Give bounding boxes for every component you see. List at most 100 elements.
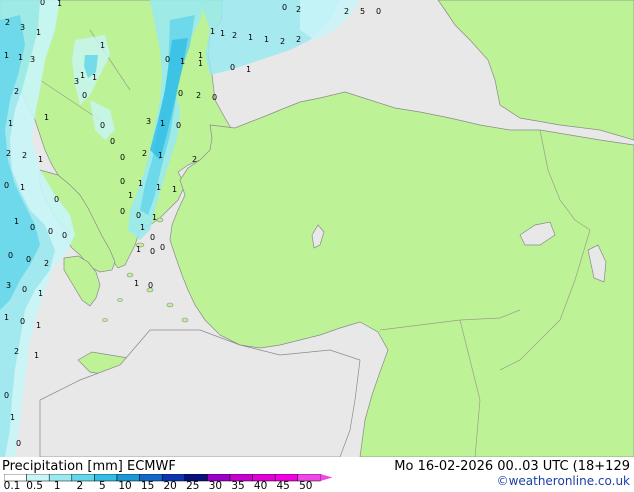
map-title: Precipitation [mm] ECMWF (2, 459, 176, 474)
precip-value-label: 0 (82, 91, 87, 100)
precip-value-label: 0 (120, 177, 125, 186)
footer: Precipitation [mm] ECMWF Mo 16-02-2026 0… (0, 457, 634, 492)
precip-value-label: 1 (8, 119, 13, 128)
legend-tick-label: 0.1 (3, 480, 21, 492)
precip-value-label: 1 (10, 413, 15, 422)
precip-value-label: 0 (8, 251, 13, 260)
precip-value-label: 2 (280, 37, 285, 46)
legend-tick-label: 10 (118, 480, 132, 492)
precip-value-label: 1 (18, 53, 23, 62)
precip-value-label: 1 (80, 71, 85, 80)
precip-value-label: 1 (100, 41, 105, 50)
precip-value-label: 3 (146, 117, 151, 126)
precip-value-label: 0 (148, 281, 153, 290)
precip-value-label: 2 (232, 31, 237, 40)
precip-value-label: 1 (38, 155, 43, 164)
precip-value-label: 0 (150, 247, 155, 256)
precip-value-label: 1 (38, 289, 43, 298)
precip-value-label: 2 (6, 149, 11, 158)
precip-value-label: 2 (296, 5, 301, 14)
precip-value-label: 2 (192, 155, 197, 164)
precip-value-label: 1 (152, 213, 157, 222)
site-credit[interactable]: ©weatheronline.co.uk (497, 474, 630, 488)
precip-value-label: 0 (176, 121, 181, 130)
legend-tick-label: 20 (163, 480, 177, 492)
precip-value-label: 1 (36, 321, 41, 330)
precip-value-label: 1 (248, 33, 253, 42)
precip-value-label: 0 (20, 317, 25, 326)
precip-value-label: 0 (230, 63, 235, 72)
precip-value-label: 1 (160, 119, 165, 128)
precip-value-label: 1 (264, 35, 269, 44)
precip-value-label: 1 (198, 59, 203, 68)
precip-value-label: 2 (22, 151, 27, 160)
legend-tick-label: 35 (231, 480, 245, 492)
precip-value-label: 0 (212, 93, 217, 102)
precip-value-label: 1 (4, 51, 9, 60)
precip-value-label: 0 (4, 181, 9, 190)
precip-value-label: 0 (160, 243, 165, 252)
legend-tick-label: 40 (253, 480, 268, 492)
precip-value-label: 0 (100, 121, 105, 130)
legend-tick-label: 25 (186, 480, 200, 492)
precip-value-label: 1 (57, 0, 62, 8)
precip-value-label: 2 (44, 259, 49, 268)
precip-value-label: 1 (92, 73, 97, 82)
precip-value-label: 0 (110, 137, 115, 146)
legend-tick-label: 45 (276, 480, 290, 492)
precip-value-label: 0 (16, 439, 21, 448)
precip-value-label: 1 (34, 351, 39, 360)
legend-tick-label: 30 (208, 480, 223, 492)
precip-value-label: 2 (196, 91, 201, 100)
precip-value-label: 1 (4, 313, 9, 322)
precip-value-label: 1 (158, 151, 163, 160)
precip-value-label: 0 (48, 227, 53, 236)
precip-value-label: 1 (136, 245, 141, 254)
precipitation-map: 0 123111 2 1 1 2 20 2 2 5 01 31 0 1 1 0 121 10 2 01 3 1 02 2 12 1… (0, 0, 634, 457)
precip-value-label: 0 (26, 255, 31, 264)
legend-tick-label: 0.5 (26, 480, 43, 492)
precip-value-label: 1 (14, 217, 19, 226)
precip-value-label: 2 (14, 87, 19, 96)
precip-value-label: 2 (5, 18, 10, 27)
legend-tick-label: 15 (140, 480, 155, 492)
precip-value-label: 0 (120, 153, 125, 162)
precip-value-label: 0 (136, 211, 141, 220)
precip-value-label: 0 (22, 285, 27, 294)
precip-value-label: 1 (198, 51, 203, 60)
precip-value-label: 1 (246, 65, 251, 74)
precip-value-label: 1 (220, 29, 225, 38)
precip-value-label: 3 (20, 23, 25, 32)
precip-value-label: 1 (128, 191, 133, 200)
legend-tick-label: 50 (299, 480, 313, 492)
precip-value-label: 0 (150, 233, 155, 242)
legend-tick-label: 2 (76, 480, 84, 492)
legend-tick-label: 1 (53, 480, 61, 492)
precip-value-label: 1 (138, 179, 143, 188)
precip-value-label: 3 (74, 77, 79, 86)
precip-value-label: 1 (36, 28, 41, 37)
precip-value-label: 1 (180, 57, 185, 66)
precip-value-label: 0 (62, 231, 67, 240)
precip-value-label: 2 (344, 7, 349, 16)
precip-value-label: 3 (6, 281, 11, 290)
precip-value-label: 0 (165, 55, 170, 64)
legend-tick-label: 5 (99, 480, 106, 492)
precip-value-label: 0 (4, 391, 9, 400)
precip-value-label: 1 (44, 113, 49, 122)
precip-value-label: 5 (360, 7, 365, 16)
legend-arrow (320, 474, 333, 481)
precip-value-label: 0 (282, 3, 287, 12)
precip-value-label: 1 (156, 183, 161, 192)
precip-value-label: 0 (376, 7, 381, 16)
precip-value-label: 1 (134, 279, 139, 288)
precip-value-label: 3 (30, 55, 35, 64)
precip-value-label: 2 (296, 35, 301, 44)
precip-value-label: 0 (30, 223, 35, 232)
precip-value-label: 1 (20, 183, 25, 192)
precip-value-label: 2 (14, 347, 19, 356)
precip-value-label: 1 (210, 27, 215, 36)
forecast-datetime: Mo 16-02-2026 00..03 UTC (18+129 (394, 459, 630, 474)
precip-value-label: 0 (178, 89, 183, 98)
precip-value-label: 1 (172, 185, 177, 194)
